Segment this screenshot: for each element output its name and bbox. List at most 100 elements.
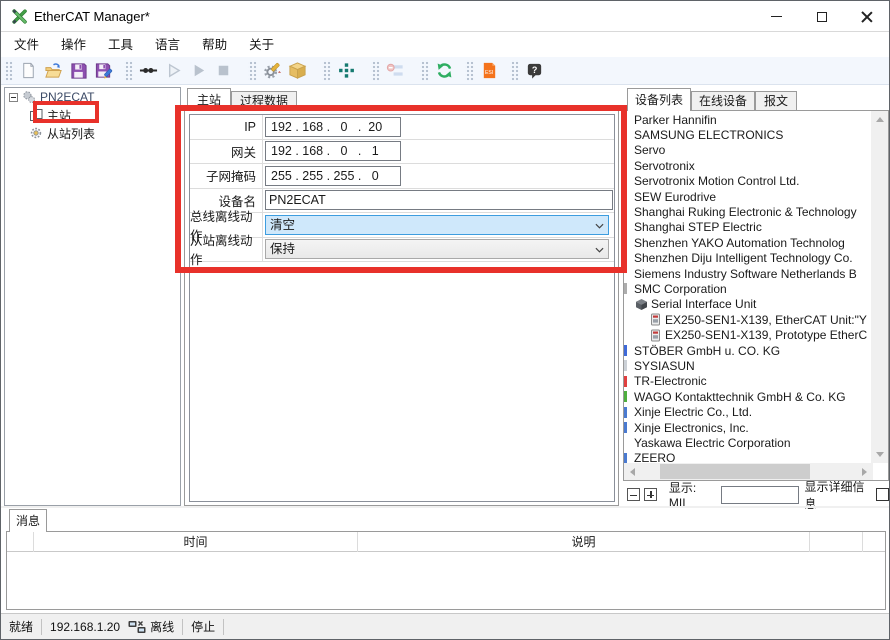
gateway-field[interactable]: 192 . 168 . 0 . 1 <box>265 141 401 161</box>
device-list-item-label: SAMSUNG ELECTRONICS <box>634 128 783 142</box>
ip-field[interactable]: 192 . 168 . 0 . 20 <box>265 117 401 137</box>
save-as-button[interactable] <box>91 58 116 83</box>
master-settings-panel: IP 192 . 168 . 0 . 20 网关 192 . 168 . 0 .… <box>184 110 619 506</box>
subnet-label: 子网掩码 <box>190 164 263 188</box>
status-separator <box>223 619 224 635</box>
device-list-item[interactable]: SMC Corporation <box>624 281 871 296</box>
device-list-hscrollbar[interactable] <box>624 463 873 480</box>
maximize-button[interactable] <box>799 1 844 32</box>
device-list-item[interactable]: Xinje Electric Co., Ltd. <box>624 404 871 419</box>
minimize-button[interactable] <box>754 1 799 32</box>
close-button[interactable] <box>844 1 889 32</box>
package-button[interactable] <box>285 58 310 83</box>
scroll-right-button[interactable] <box>856 463 873 480</box>
device-list-item[interactable]: Shenzhen Diju Intelligent Technology Co. <box>624 251 871 266</box>
device-list-item[interactable]: Servo <box>624 143 871 158</box>
collapse-all-button[interactable] <box>627 488 640 501</box>
toolbar-grip[interactable] <box>4 60 13 81</box>
device-cube-icon <box>635 298 648 311</box>
collapse-expander-icon[interactable] <box>9 93 18 102</box>
slave-offline-select[interactable]: 保持 <box>265 239 609 259</box>
device-list-item[interactable]: SEW Eurodrive <box>624 189 871 204</box>
device-list-item[interactable]: ZEERO <box>624 451 871 463</box>
horizontal-splitter[interactable] <box>1 506 889 508</box>
refresh-button[interactable] <box>432 58 457 83</box>
device-list-item[interactable]: Shenzhen YAKO Automation Technolog <box>624 235 871 250</box>
tree-item-master-label: 主站 <box>47 107 71 124</box>
menu-item-about[interactable]: 关于 <box>238 33 285 57</box>
device-list-item[interactable]: SYSIASUN <box>624 358 871 373</box>
menu-item-file[interactable]: 文件 <box>3 33 50 57</box>
device-list-item[interactable]: Yaskawa Electric Corporation <box>624 435 871 450</box>
show-detail-checkbox[interactable] <box>876 488 889 501</box>
bus-offline-select[interactable]: 清空 <box>265 215 609 235</box>
mii-filter-input[interactable] <box>721 486 799 504</box>
new-file-button[interactable] <box>16 58 41 83</box>
device-list-item[interactable]: Parker Hannifin <box>624 112 871 127</box>
connect-button[interactable] <box>136 58 161 83</box>
toolbar-grip[interactable] <box>124 60 133 81</box>
start-button-disabled[interactable] <box>186 58 211 83</box>
ip-row: IP 192 . 168 . 0 . 20 <box>190 115 614 140</box>
menu-item-operation[interactable]: 操作 <box>50 33 97 57</box>
description-column-header[interactable]: 说明 <box>358 532 810 552</box>
tab-master[interactable]: 主站 <box>187 88 231 111</box>
tab-messages[interactable]: 消息 <box>9 509 47 532</box>
menu-item-tools[interactable]: 工具 <box>97 33 144 57</box>
tab-process-data[interactable]: 过程数据 <box>231 91 297 111</box>
device-list-item[interactable]: TR-Electronic <box>624 374 871 389</box>
help-button[interactable]: ? <box>522 58 547 83</box>
scroll-up-button[interactable] <box>871 111 888 128</box>
tree-item-slave-list[interactable]: 从站列表 <box>5 124 180 142</box>
menu-item-help[interactable]: 帮助 <box>191 33 238 57</box>
device-list-item-label: Shenzhen YAKO Automation Technolog <box>634 236 845 250</box>
device-list-item[interactable]: EX250-SEN1-X139, EtherCAT Unit:"Y <box>624 312 871 327</box>
device-list-item[interactable]: WAGO Kontakttechnik GmbH & Co. KG <box>624 389 871 404</box>
scroll-down-button[interactable] <box>871 446 888 463</box>
status-separator <box>182 619 183 635</box>
toolbar-grip[interactable] <box>248 60 257 81</box>
tab-device-list[interactable]: 设备列表 <box>627 88 691 111</box>
vendor-logo-sliver <box>624 360 627 371</box>
device-list-item[interactable]: Shanghai Ruking Electronic & Technology <box>624 204 871 219</box>
hscroll-thumb[interactable] <box>660 464 810 479</box>
device-name-field[interactable]: PN2ECAT <box>265 190 613 210</box>
status-run-state: 停止 <box>191 618 215 635</box>
tab-packets[interactable]: 报文 <box>755 91 797 111</box>
device-list-item-label: Servo <box>634 143 665 157</box>
device-list-item[interactable]: Serial Interface Unit <box>624 297 871 312</box>
network-offline-icon <box>128 620 146 634</box>
device-list-item[interactable]: Servotronix Motion Control Ltd. <box>624 174 871 189</box>
toolbar-grip[interactable] <box>510 60 519 81</box>
toolbar-grip[interactable] <box>420 60 429 81</box>
device-list-item[interactable]: Siemens Industry Software Netherlands B <box>624 266 871 281</box>
tree-item-master[interactable]: 主站 <box>5 106 180 124</box>
toolbar-grip[interactable] <box>371 60 380 81</box>
device-list-item[interactable]: Shanghai STEP Electric <box>624 220 871 235</box>
device-list-item[interactable]: EX250-SEN1-X139, Prototype EtherC <box>624 327 871 342</box>
expand-all-button[interactable] <box>644 488 657 501</box>
run-button-disabled[interactable] <box>161 58 186 83</box>
stop-button-disabled[interactable] <box>211 58 236 83</box>
device-list-item[interactable]: SAMSUNG ELECTRONICS <box>624 127 871 142</box>
esi-file-button[interactable]: ESI <box>477 58 502 83</box>
time-column-header[interactable]: 时间 <box>34 532 358 552</box>
device-list-item[interactable]: Xinje Electronics, Inc. <box>624 420 871 435</box>
save-button[interactable] <box>66 58 91 83</box>
tab-online-devices[interactable]: 在线设备 <box>691 91 755 111</box>
device-list-item[interactable]: STÖBER GmbH u. CO. KG <box>624 343 871 358</box>
open-project-button[interactable] <box>41 58 66 83</box>
master-form: IP 192 . 168 . 0 . 20 网关 192 . 168 . 0 .… <box>189 114 615 502</box>
device-list-item[interactable]: Servotronix <box>624 158 871 173</box>
toolbar-grip[interactable] <box>465 60 474 81</box>
menu-item-language[interactable]: 语言 <box>144 33 191 57</box>
device-list-vscrollbar[interactable] <box>871 111 888 463</box>
offline-config-button-disabled[interactable] <box>383 58 408 83</box>
settings-edit-button[interactable] <box>260 58 285 83</box>
subnet-mask-field[interactable]: 255 . 255 . 255 . 0 <box>265 166 401 186</box>
tree-root-item[interactable]: PN2ECAT <box>5 88 180 106</box>
scan-topology-button[interactable] <box>334 58 359 83</box>
maximize-icon <box>817 12 827 22</box>
toolbar-grip[interactable] <box>322 60 331 81</box>
scroll-left-button[interactable] <box>624 463 641 480</box>
